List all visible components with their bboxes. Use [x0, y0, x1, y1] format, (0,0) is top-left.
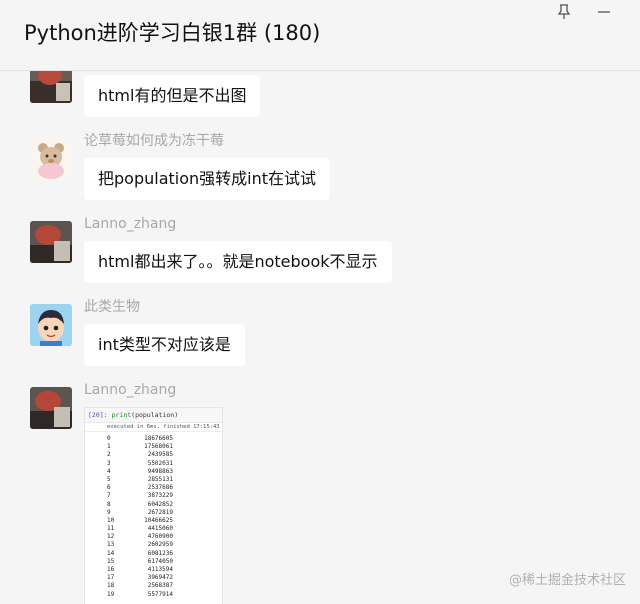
user-avatar-photo: [30, 71, 72, 103]
output-row: 10 10466625: [85, 516, 222, 525]
row-index: 3: [107, 459, 111, 467]
row-value: 2602959: [147, 541, 173, 549]
output-row: 5 2855131: [85, 475, 222, 484]
row-value: 4415060: [147, 525, 173, 533]
output-row: 1 17568061: [85, 443, 222, 451]
row-index: 16: [107, 566, 115, 573]
message-bubble[interactable]: 把population强转成int在试试: [84, 158, 331, 200]
output-rows: 0 18676605 1 17568061 2 2439585 3 5502031 4 94988…: [85, 435, 222, 599]
row-index: 15: [107, 557, 115, 565]
minimize-icon: [598, 11, 610, 13]
output-row: 14 6081236: [85, 549, 222, 558]
row-index: 0: [107, 435, 111, 442]
output-row: 7 3873229: [85, 492, 222, 500]
row-index: 17: [107, 574, 115, 582]
row-index: 1: [107, 443, 111, 451]
row-index: 18: [107, 582, 115, 590]
output-row: 11 4415060: [85, 525, 222, 533]
row-value: 2439585: [147, 451, 173, 459]
row-index: 14: [107, 549, 115, 557]
sender-name: 此类生物: [84, 299, 140, 315]
user-avatar-photo: [30, 221, 72, 263]
row-value: 2537686: [147, 484, 173, 492]
chat-window: Python进阶学习白银1群 (180) html有的但是不出图 论草莓如何成为…: [0, 0, 640, 604]
row-value: 4760900: [147, 533, 173, 541]
row-index: 8: [107, 500, 111, 508]
row-index: 11: [107, 525, 115, 533]
row-value: 2672819: [147, 508, 173, 516]
user-avatar-photo: [30, 387, 72, 429]
row-index: 10: [107, 516, 115, 524]
exec-info: executed in 6ms, finished 17:15:43 2023-…: [85, 423, 222, 432]
image-message[interactable]: [20]: print(population) executed in 6ms, …: [84, 407, 223, 604]
avatar[interactable]: [30, 387, 72, 429]
row-index: 2: [107, 451, 111, 459]
row-index: 5: [107, 475, 111, 483]
output-row: 12 4760900: [85, 533, 222, 541]
row-value: 17568061: [144, 443, 173, 451]
avatar[interactable]: [30, 71, 72, 103]
avatar[interactable]: [30, 221, 72, 263]
message-bubble[interactable]: html有的但是不出图: [84, 75, 261, 117]
row-value: 5502031: [147, 459, 173, 467]
output-row: 9 2672819: [85, 508, 222, 517]
output-row: 4 9498863: [85, 467, 222, 476]
sender-name: 论草莓如何成为冻干莓: [84, 133, 224, 149]
pin-icon: [557, 4, 571, 19]
row-value: 5577914: [147, 590, 173, 598]
row-index: 13: [107, 541, 115, 549]
code-cell: [20]: print(population): [85, 408, 222, 423]
output-row: 6 2537686: [85, 484, 222, 492]
row-index: 12: [107, 533, 115, 541]
row-index: 9: [107, 508, 111, 516]
row-value: 2855131: [147, 475, 173, 483]
bear-avatar-image: [30, 138, 72, 180]
cartoon-avatar-image: [30, 304, 72, 346]
row-value: 3873229: [147, 492, 173, 500]
output-row: 19 5577914: [85, 590, 222, 599]
output-row: 16 4113594: [85, 566, 222, 574]
output-row: 18 2568387: [85, 582, 222, 590]
sender-name: Lanno_zhang: [84, 382, 177, 398]
avatar[interactable]: [30, 304, 72, 346]
sender-name: Lanno_zhang: [84, 216, 177, 232]
row-index: 7: [107, 492, 111, 500]
minimize-button[interactable]: [592, 2, 616, 22]
row-index: 4: [107, 467, 111, 475]
chat-title: Python进阶学习白银1群 (180): [24, 21, 321, 45]
row-value: 6042852: [147, 500, 173, 508]
title-bar: Python进阶学习白银1群 (180): [0, 0, 640, 71]
code-argument: (population): [131, 411, 179, 419]
output-row: 8 6042852: [85, 500, 222, 509]
output-row: 17 3969472: [85, 574, 222, 582]
row-value: 6174050: [147, 557, 173, 565]
row-value: 6081236: [147, 549, 173, 557]
message-list[interactable]: html有的但是不出图 论草莓如何成为冻干莓 把population强转成int…: [0, 71, 640, 604]
row-value: 4113594: [147, 566, 173, 573]
message-bubble[interactable]: int类型不对应该是: [84, 324, 245, 366]
cell-prompt: [20]:: [88, 411, 108, 419]
row-value: 3969472: [147, 574, 173, 582]
avatar[interactable]: [30, 138, 72, 180]
row-value: 2568387: [147, 582, 173, 590]
output-row: 0 18676605: [85, 435, 222, 443]
row-index: 6: [107, 484, 111, 492]
watermark: @稀土掘金技术社区: [508, 573, 626, 588]
message-bubble[interactable]: html都出来了。。就是notebook不显示: [84, 241, 392, 283]
code-function: print: [111, 411, 132, 419]
row-value: 18676605: [144, 435, 173, 442]
row-value: 9498863: [147, 467, 173, 475]
output-row: 13 2602959: [85, 541, 222, 549]
output-row: 2 2439585: [85, 451, 222, 459]
row-index: 19: [107, 590, 115, 598]
output-row: 3 5502031: [85, 459, 222, 468]
pin-button[interactable]: [552, 2, 576, 22]
row-value: 10466625: [144, 516, 173, 524]
output-row: 15 6174050: [85, 557, 222, 566]
